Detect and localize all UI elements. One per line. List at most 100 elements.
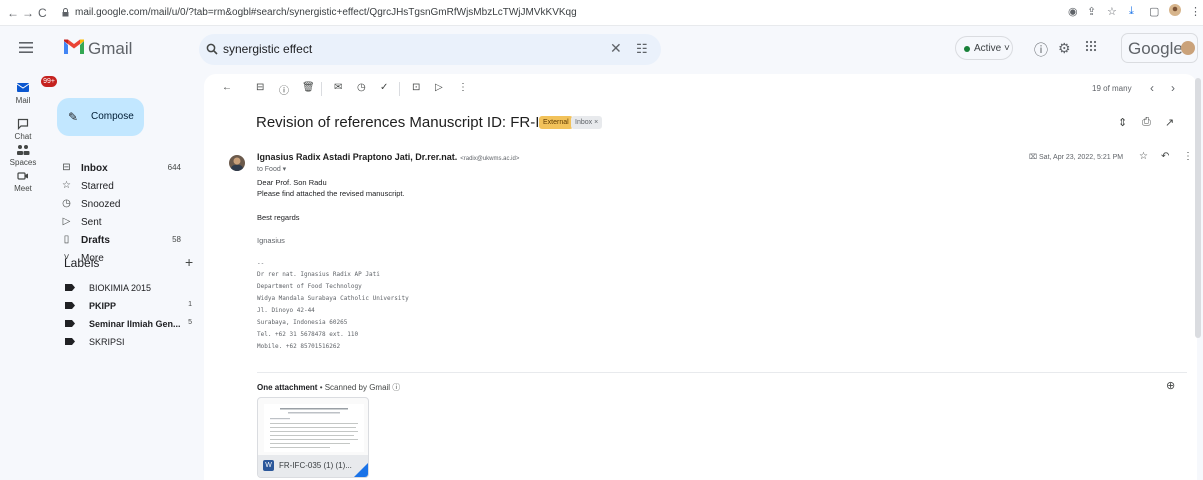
sidebar-item-starred[interactable]: ☆ Starred	[57, 177, 197, 197]
mark-unread-icon[interactable]: ✉	[334, 82, 342, 93]
clear-search-icon[interactable]: ✕	[610, 40, 622, 57]
inbox-icon: ⊟	[62, 162, 71, 173]
rail-item-meet[interactable]: Meet	[0, 170, 46, 193]
sidebar-item-snoozed[interactable]: ◷ Snoozed	[57, 195, 197, 215]
delete-icon[interactable]: 🗑	[302, 82, 315, 93]
mail-unread-badge: 99+	[41, 76, 57, 87]
move-to-icon[interactable]: ⊡	[412, 82, 420, 93]
apps-grid-icon[interactable]	[1085, 40, 1097, 52]
archive-icon[interactable]: ⊟	[256, 82, 264, 93]
status-label: Active ˅	[974, 43, 1010, 54]
back-arrow-icon[interactable]: ←	[7, 6, 19, 20]
signature-line: Jl. Dinoyo 42-44	[257, 307, 315, 314]
expand-collapse-icon[interactable]: ⇕	[1118, 116, 1127, 129]
label-item[interactable]: PKIPP 1	[60, 297, 200, 315]
attachment-card[interactable]: W FR-IFC-035 (1) (1)...	[257, 397, 369, 478]
sidebar-item-drafts[interactable]: ▯ Drafts 58	[57, 231, 197, 251]
star-message-icon[interactable]: ☆	[1139, 151, 1148, 162]
app-rail: 99+ Mail Chat Spaces Meet	[0, 74, 57, 480]
recipient-line[interactable]: to Food ▾	[257, 165, 286, 173]
snooze-icon[interactable]: ◷	[357, 82, 366, 93]
sidebar-item-count: 58	[172, 235, 181, 244]
share-icon[interactable]: ⇪	[1087, 5, 1096, 18]
toolbar-divider	[399, 82, 400, 96]
add-to-drive-icon[interactable]: ⊕	[1166, 379, 1175, 392]
search-bar[interactable]: synergistic effect ✕ ☷	[199, 34, 661, 65]
rail-item-spaces[interactable]: Spaces	[0, 144, 46, 167]
divider	[257, 372, 1187, 373]
toolbar-divider	[321, 82, 322, 96]
more-options-icon[interactable]: ⋮	[458, 82, 468, 93]
browser-menu-icon[interactable]: ⋮	[1190, 5, 1201, 18]
chat-icon	[17, 118, 29, 130]
label-name: SKRIPSI	[89, 337, 125, 347]
rail-item-mail[interactable]: 99+ Mail	[0, 76, 57, 105]
forward-arrow-icon[interactable]: →	[22, 6, 34, 20]
compose-button[interactable]: ✎ Compose	[57, 98, 144, 136]
inbox-label-chip[interactable]: Inbox ×	[571, 116, 603, 129]
rail-label-meet: Meet	[14, 184, 32, 193]
add-label-icon[interactable]: +	[185, 254, 193, 270]
search-icon[interactable]	[206, 43, 218, 55]
active-dot-icon	[964, 46, 970, 52]
gmail-wordmark[interactable]: Gmail	[88, 39, 132, 59]
label-count: 1	[188, 301, 192, 308]
attachment-thumbnail	[264, 404, 364, 452]
label-item[interactable]: SKRIPSI	[60, 333, 200, 351]
scrollbar[interactable]	[1195, 78, 1201, 338]
status-selector[interactable]: Active ˅	[955, 36, 1013, 60]
signature-line: Department of Food Technology	[257, 283, 362, 290]
reply-icon[interactable]: ↶	[1161, 151, 1169, 162]
signature-line: --	[257, 260, 265, 267]
rail-label-chat: Chat	[14, 132, 32, 141]
back-to-list-icon[interactable]: ←	[222, 82, 232, 93]
reload-icon[interactable]: C	[38, 6, 47, 20]
label-item[interactable]: BIOKIMIA 2015	[60, 279, 200, 297]
label-tag-icon	[65, 320, 75, 327]
compose-label: Compose	[91, 111, 134, 122]
search-input[interactable]: synergistic effect	[223, 42, 312, 56]
send-icon: ▷	[62, 216, 71, 227]
draft-icon: ▯	[63, 234, 70, 245]
add-task-icon[interactable]: ✓	[380, 82, 388, 93]
signature-line: Widya Mandala Surabaya Catholic Universi…	[257, 295, 409, 302]
signature-line: Tel. +62 31 5678478 ext. 110	[257, 331, 359, 338]
sender-name[interactable]: Ignasius Radix Astadi Praptono Jati, Dr.…	[257, 152, 519, 162]
label-name: BIOKIMIA 2015	[89, 283, 152, 293]
url-text: mail.google.com/mail/u/0/?tab=rm&ogbl#se…	[75, 7, 577, 18]
rail-item-chat[interactable]: Chat	[0, 118, 46, 141]
search-options-icon[interactable]: ☷	[636, 41, 648, 57]
sidebar-item-label: Inbox	[81, 163, 108, 174]
word-doc-icon: W	[263, 460, 274, 471]
google-account-button[interactable]: Google	[1121, 33, 1198, 63]
download-icon[interactable]: ⤓	[1129, 5, 1134, 18]
label-item[interactable]: Seminar Ilmiah Gen... 5	[60, 315, 200, 333]
sender-avatar[interactable]	[229, 155, 245, 171]
message-more-icon[interactable]: ⋮	[1183, 151, 1193, 162]
open-new-window-icon[interactable]: ↗	[1165, 116, 1174, 129]
report-spam-icon[interactable]: ⓘ	[279, 82, 289, 97]
hamburger-menu-icon[interactable]	[19, 42, 33, 53]
window-icon[interactable]: ▢	[1149, 5, 1159, 18]
label-tag-icon	[65, 302, 75, 309]
help-icon[interactable]: ⓘ	[1034, 40, 1048, 60]
gmail-logo-icon[interactable]	[63, 38, 85, 55]
body-line: Best regards	[257, 213, 300, 222]
gmail-header: Gmail synergistic effect ✕ ☷ Active ˅ ⓘ …	[0, 26, 1203, 74]
label-icon[interactable]: ▷	[435, 82, 443, 93]
tracking-icon[interactable]: ◉	[1068, 5, 1078, 18]
sidebar-item-sent[interactable]: ▷ Sent	[57, 213, 197, 233]
signature-line: Surabaya, Indonesia 60265	[257, 319, 348, 326]
sidebar-item-inbox[interactable]: ⊟ Inbox 644	[57, 159, 197, 179]
older-chevron-icon[interactable]: ›	[1171, 81, 1175, 95]
bookmark-star-icon[interactable]: ☆	[1107, 5, 1117, 18]
profile-avatar[interactable]	[1169, 4, 1181, 16]
newer-chevron-icon[interactable]: ‹	[1150, 81, 1154, 95]
address-bar[interactable]: mail.google.com/mail/u/0/?tab=rm&ogbl#se…	[56, 3, 1196, 23]
pagination-text: 19 of many	[1092, 84, 1132, 93]
rail-label-mail: Mail	[15, 96, 31, 105]
browser-toolbar: ← → C mail.google.com/mail/u/0/?tab=rm&o…	[0, 0, 1203, 26]
settings-gear-icon[interactable]: ⚙	[1058, 40, 1071, 57]
signature-line: Dr rer nat. Ignasius Radix AP Jati	[257, 271, 380, 278]
print-icon[interactable]: ⎙	[1142, 116, 1151, 129]
